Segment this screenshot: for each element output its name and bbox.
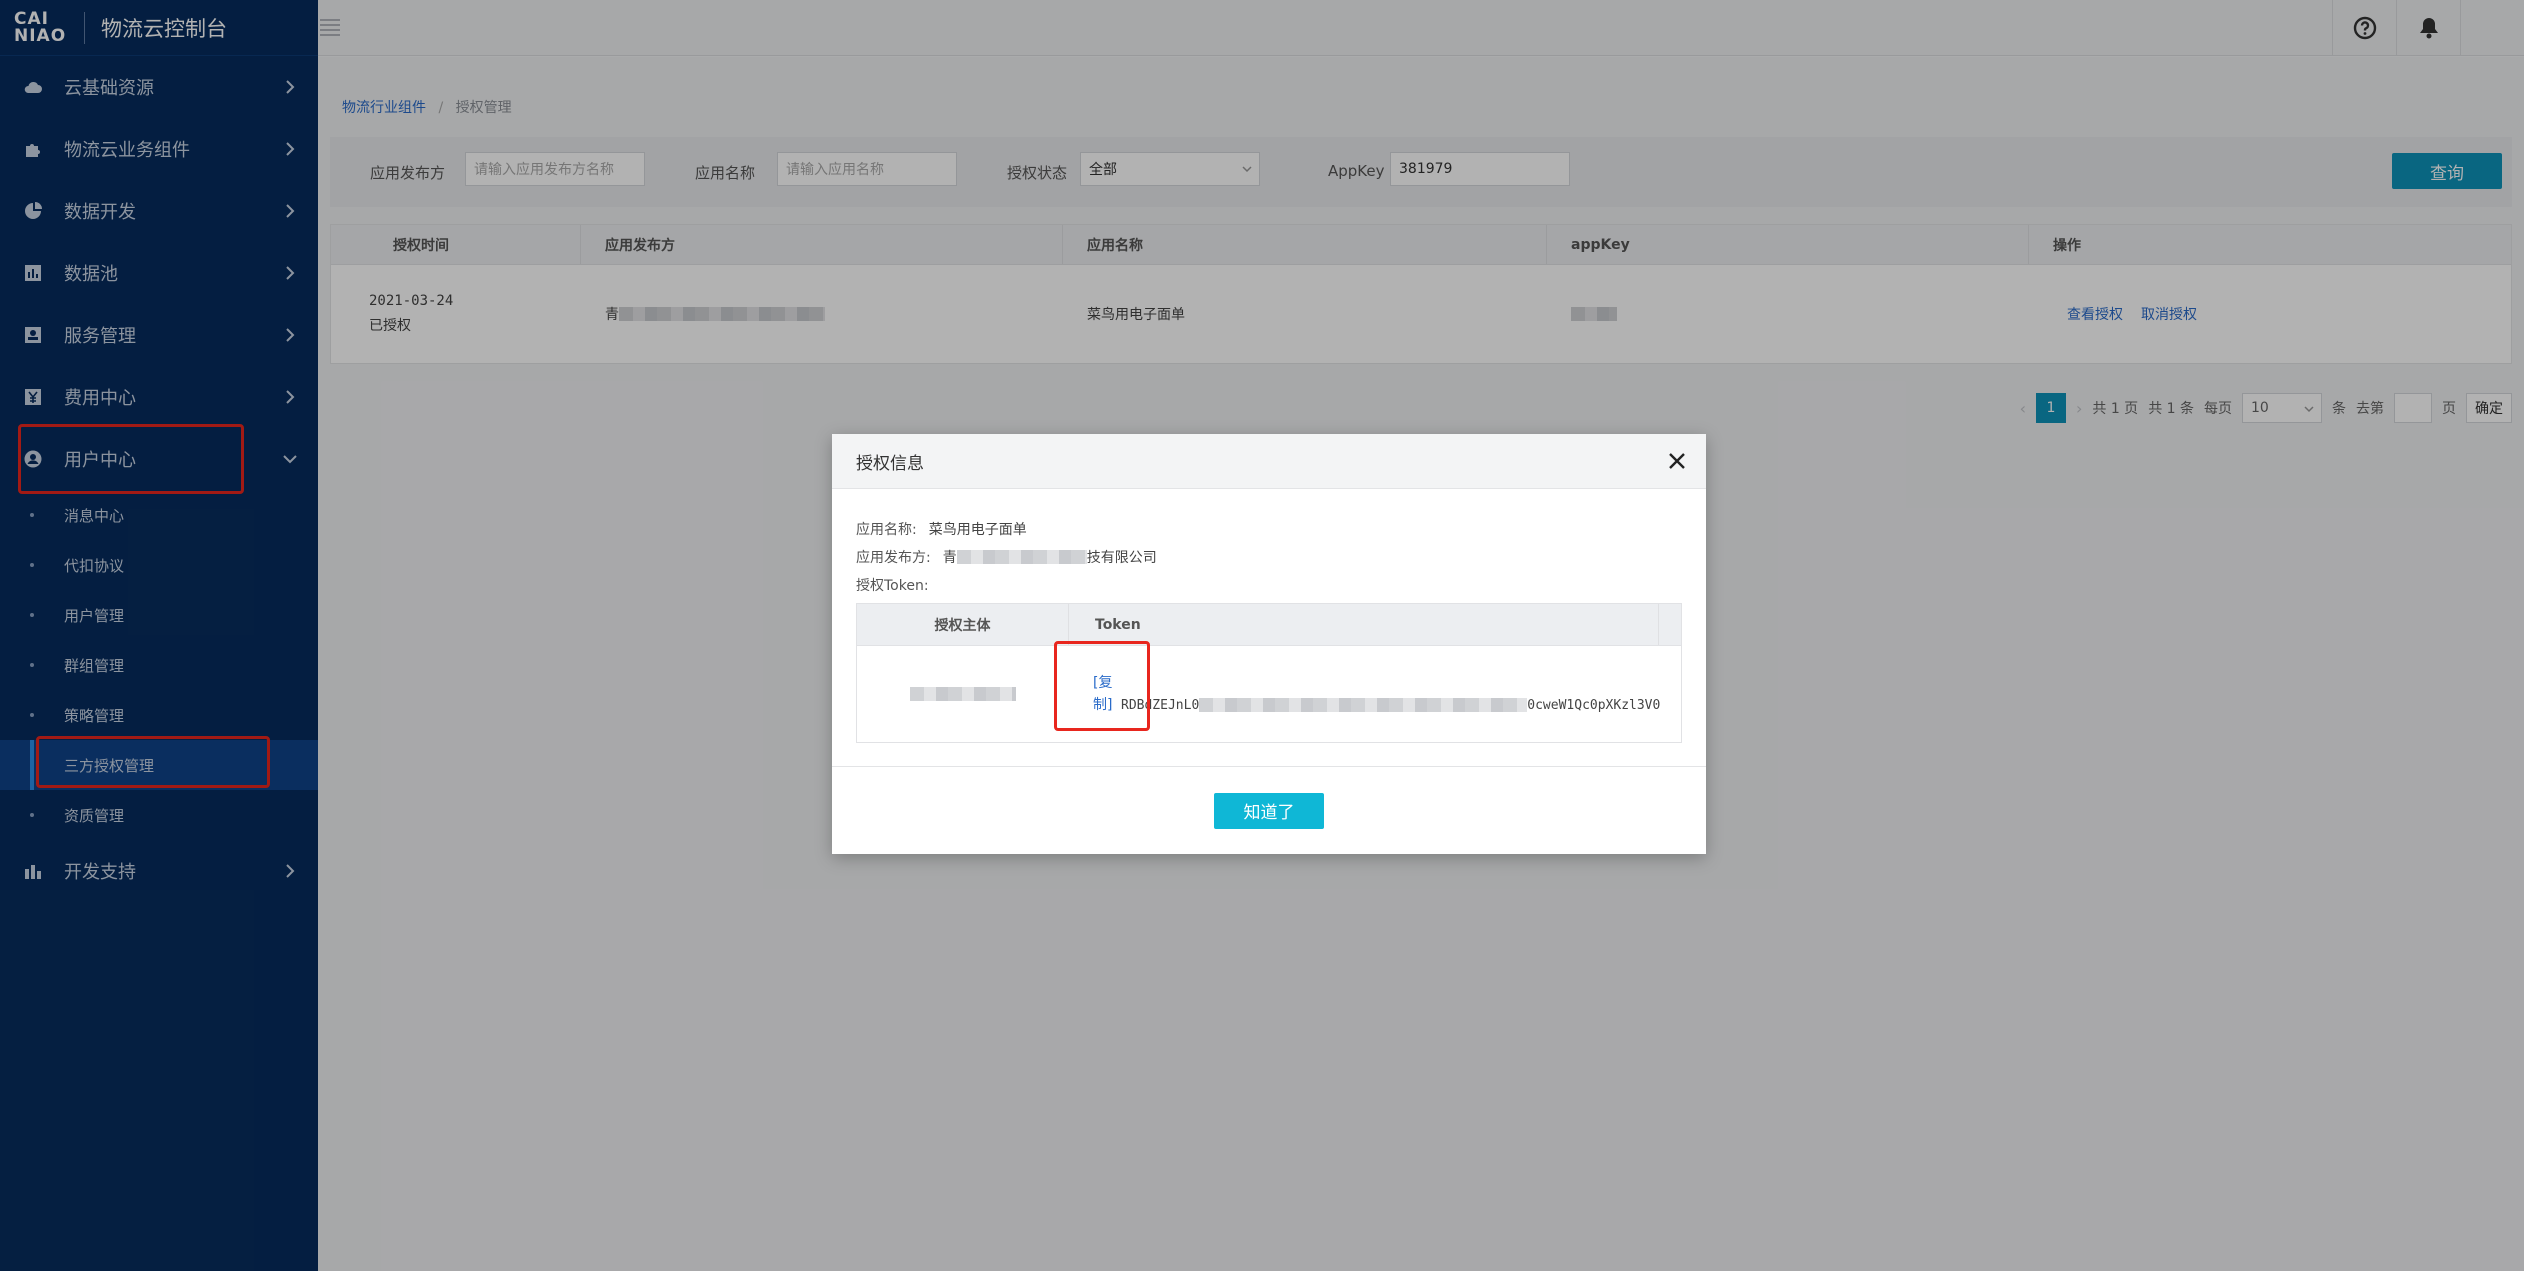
column-header: Token <box>1069 604 1659 645</box>
dialog-footer: 知道了 <box>832 766 1706 854</box>
publisher-label: 应用发布方: <box>856 550 931 566</box>
dialog-header: 授权信息 <box>832 434 1706 489</box>
token-row: 授权Token: <box>856 571 1682 599</box>
token-label: 授权Token: <box>856 578 929 594</box>
token-table-header: 授权主体 Token <box>857 604 1681 646</box>
token-cell: [复 制] RDBdZEJnL0 0cweW1Qc0pXKzl3V0 <box>1069 672 1681 716</box>
authorization-info-dialog: 授权信息 应用名称: 菜鸟用电子面单 应用发布方: 青 技有限公司 授权Toke… <box>832 434 1706 854</box>
publisher-prefix: 青 <box>942 550 957 566</box>
subject-cell <box>857 687 1069 701</box>
redacted-subject <box>910 687 1016 701</box>
app-name-label: 应用名称: <box>856 522 917 538</box>
publisher-suffix: 技有限公司 <box>1086 550 1157 566</box>
table-row: [复 制] RDBdZEJnL0 0cweW1Qc0pXKzl3V0 <box>857 646 1681 742</box>
token-end: 0cweW1Qc0pXKzl3V0 <box>1527 697 1661 713</box>
column-header: 授权主体 <box>857 604 1069 645</box>
app-name-value: 菜鸟用电子面单 <box>928 522 1027 538</box>
dialog-body: 应用名称: 菜鸟用电子面单 应用发布方: 青 技有限公司 授权Token: 授权… <box>832 489 1706 743</box>
highlight-box-copy-link <box>1054 641 1150 731</box>
token-value: RDBdZEJnL0 0cweW1Qc0pXKzl3V0 <box>1121 698 1660 713</box>
redacted-token <box>1199 698 1528 712</box>
publisher-row: 应用发布方: 青 技有限公司 <box>856 543 1682 571</box>
token-table: 授权主体 Token [复 制] RDBdZEJnL0 0cweW1Qc0pXK… <box>856 603 1682 743</box>
acknowledge-button[interactable]: 知道了 <box>1214 792 1324 829</box>
app-name-row: 应用名称: 菜鸟用电子面单 <box>856 515 1682 543</box>
redacted-publisher <box>956 550 1087 564</box>
close-icon[interactable] <box>1664 448 1690 474</box>
dialog-title: 授权信息 <box>856 453 924 474</box>
